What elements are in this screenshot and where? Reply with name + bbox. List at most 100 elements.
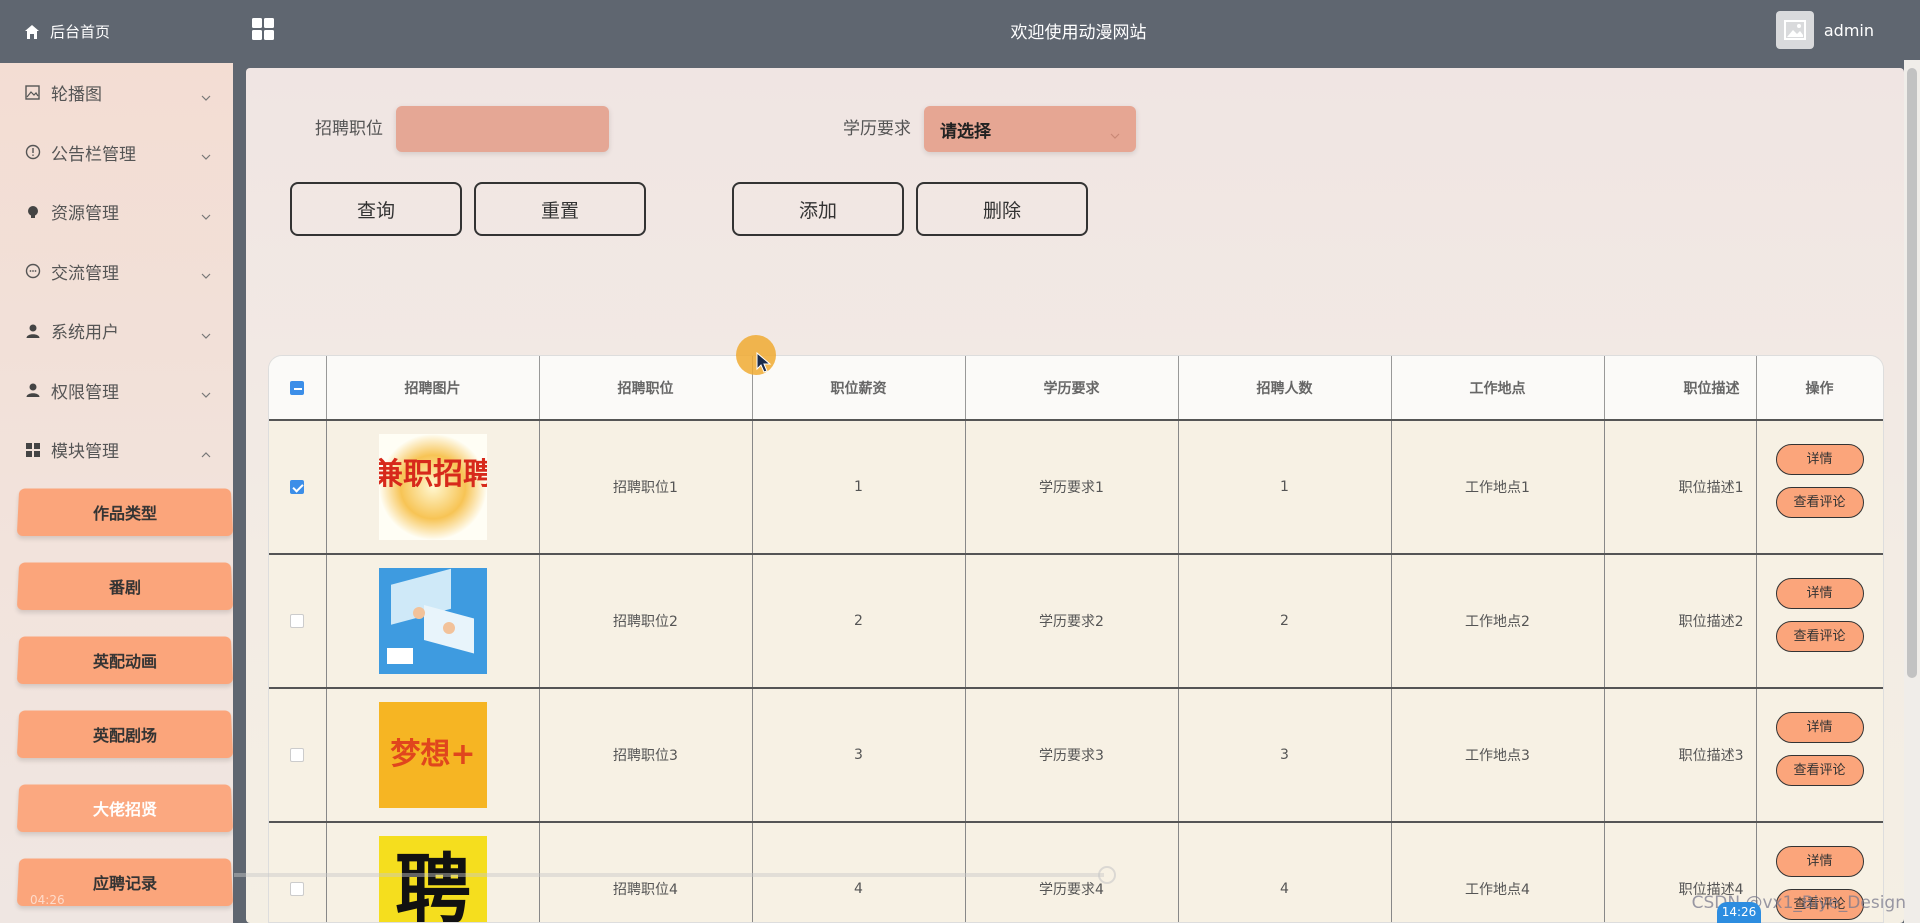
- sidebar-item-permissions[interactable]: 权限管理: [0, 361, 233, 421]
- row-checkbox[interactable]: [290, 480, 304, 494]
- recruitment-image: 梦想+: [379, 702, 487, 808]
- search-button[interactable]: 查询: [290, 182, 462, 236]
- chevron-down-icon: [201, 326, 211, 336]
- picture-icon: [24, 84, 41, 101]
- recruitment-image: [379, 568, 487, 674]
- row-select-cell: [269, 554, 326, 688]
- submenu-item-work-type[interactable]: 作品类型: [17, 488, 233, 536]
- recruitment-image: 聘: [379, 836, 487, 923]
- actions-cell: 详情 查看评论: [1756, 688, 1883, 822]
- sidebar-item-notice[interactable]: 公告栏管理: [0, 123, 233, 183]
- sidebar-item-system-users[interactable]: 系统用户: [0, 301, 233, 361]
- select-all-checkbox[interactable]: [290, 381, 304, 395]
- video-progress-knob[interactable]: [1098, 866, 1116, 884]
- scrollbar-thumb[interactable]: [1907, 68, 1917, 678]
- row-checkbox[interactable]: [290, 882, 304, 896]
- sidebar-item-label: 公告栏管理: [51, 140, 201, 165]
- column-header: 操作: [1756, 356, 1883, 420]
- page-title: 欢迎使用动漫网站: [237, 18, 1920, 43]
- reset-button[interactable]: 重置: [474, 182, 646, 236]
- column-header: 招聘图片: [326, 356, 539, 420]
- page-scrollbar[interactable]: [1904, 60, 1920, 923]
- row-select-cell: [269, 688, 326, 822]
- sidebar-home[interactable]: 后台首页: [0, 0, 233, 63]
- position-filter-label: 招聘职位: [315, 114, 383, 139]
- education-cell: 学历要求3: [965, 688, 1178, 822]
- image-cell: 梦想+: [326, 688, 539, 822]
- column-header: 招聘人数: [1178, 356, 1391, 420]
- view-comments-button[interactable]: 查看评论: [1776, 621, 1864, 652]
- detail-button[interactable]: 详情: [1776, 712, 1864, 743]
- user-icon: [24, 322, 41, 339]
- education-filter-value: 请选择: [940, 117, 991, 142]
- add-button[interactable]: 添加: [732, 182, 904, 236]
- submenu-item-english-dub-animation[interactable]: 英配动画: [17, 636, 233, 684]
- chevron-down-icon: [201, 147, 211, 157]
- recruitment-image: 兼职招聘: [379, 434, 487, 540]
- salary-cell: 1: [752, 420, 965, 554]
- column-header: 招聘职位: [539, 356, 752, 420]
- column-header: 学历要求: [965, 356, 1178, 420]
- submenu-item-recruitment[interactable]: 大佬招贤: [17, 784, 233, 832]
- education-filter-label: 学历要求: [843, 114, 911, 139]
- sidebar-item-label: 轮播图: [51, 80, 201, 105]
- sidebar-item-label: 模块管理: [51, 437, 201, 462]
- view-comments-button[interactable]: 查看评论: [1776, 487, 1864, 518]
- sidebar: 后台首页 轮播图 公告栏管理 资源管理 交流管理 系统用户 权限管理 模块管理 …: [0, 0, 235, 923]
- select-all-header[interactable]: [269, 356, 326, 420]
- sidebar-item-exchange[interactable]: 交流管理: [0, 242, 233, 302]
- user-menu[interactable]: admin: [1776, 11, 1874, 49]
- chevron-down-icon: [1110, 126, 1120, 146]
- chat-icon: [24, 263, 41, 280]
- education-filter-select[interactable]: 请选择: [924, 106, 1136, 152]
- salary-cell: 2: [752, 554, 965, 688]
- count-cell: 2: [1178, 554, 1391, 688]
- detail-button[interactable]: 详情: [1776, 846, 1864, 877]
- video-progress-bar[interactable]: [234, 873, 1104, 877]
- chevron-down-icon: [201, 207, 211, 217]
- location-cell: 工作地点1: [1391, 420, 1604, 554]
- description-cell: 职位描述1: [1604, 420, 1756, 554]
- sidebar-item-carousel[interactable]: 轮播图: [0, 63, 233, 123]
- salary-cell: 3: [752, 688, 965, 822]
- actions-cell: 详情 查看评论: [1756, 554, 1883, 688]
- sidebar-item-label: 权限管理: [51, 378, 201, 403]
- chevron-down-icon: [201, 385, 211, 395]
- row-checkbox[interactable]: [290, 748, 304, 762]
- user-icon: [24, 382, 41, 399]
- info-circle-icon: [24, 144, 41, 161]
- position-cell: 招聘职位1: [539, 420, 752, 554]
- avatar: [1776, 11, 1814, 49]
- description-cell: 职位描述3: [1604, 688, 1756, 822]
- image-cell: [326, 554, 539, 688]
- detail-button[interactable]: 详情: [1776, 578, 1864, 609]
- description-cell: 职位描述2: [1604, 554, 1756, 688]
- image-cell: 兼职招聘: [326, 420, 539, 554]
- actions-cell: 详情 查看评论: [1756, 420, 1883, 554]
- table-header-row: 招聘图片 招聘职位 职位薪资 学历要求 招聘人数 工作地点 职位描述 操作: [269, 356, 1883, 420]
- row-checkbox[interactable]: [290, 614, 304, 628]
- chevron-up-icon: [201, 445, 211, 455]
- delete-button[interactable]: 删除: [916, 182, 1088, 236]
- table-row: 梦想+ 招聘职位3 3 学历要求3 3 工作地点3 职位描述3 详情 查看评论: [269, 688, 1883, 822]
- grid-icon: [24, 441, 41, 458]
- count-cell: 1: [1178, 420, 1391, 554]
- row-select-cell: [269, 420, 326, 554]
- location-cell: 工作地点3: [1391, 688, 1604, 822]
- detail-button[interactable]: 详情: [1776, 444, 1864, 475]
- count-cell: 4: [1178, 822, 1391, 923]
- modules-submenu: 作品类型 番剧 英配动画 英配剧场 大佬招贤 应聘记录: [0, 480, 233, 906]
- top-bar: 欢迎使用动漫网站 admin: [237, 0, 1920, 60]
- chevron-down-icon: [201, 88, 211, 98]
- count-cell: 3: [1178, 688, 1391, 822]
- sidebar-item-modules[interactable]: 模块管理: [0, 420, 233, 480]
- sidebar-item-resources[interactable]: 资源管理: [0, 182, 233, 242]
- sidebar-item-label: 交流管理: [51, 259, 201, 284]
- username: admin: [1824, 21, 1874, 40]
- submenu-item-english-dub-theater[interactable]: 英配剧场: [17, 710, 233, 758]
- view-comments-button[interactable]: 查看评论: [1776, 755, 1864, 786]
- location-cell: 工作地点4: [1391, 822, 1604, 923]
- bulb-icon: [24, 203, 41, 220]
- position-filter-input[interactable]: [396, 106, 609, 152]
- submenu-item-anime[interactable]: 番剧: [17, 562, 233, 610]
